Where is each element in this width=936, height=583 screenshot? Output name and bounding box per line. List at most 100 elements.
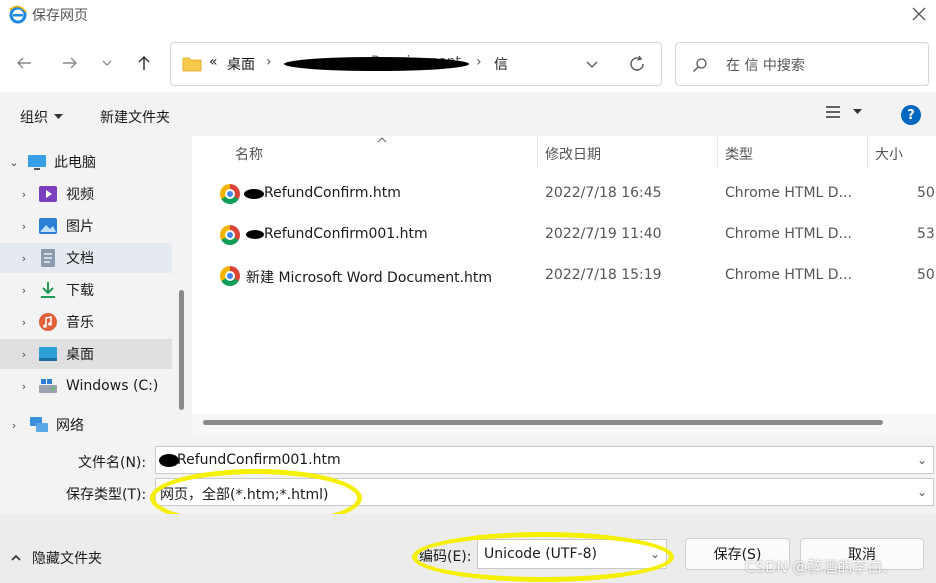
search-input[interactable]: 在 信 中搜索 (726, 55, 805, 75)
column-header-size[interactable]: 大小 (875, 144, 903, 164)
sidebar-item-label: 文档 (66, 251, 94, 267)
dialog-footer: 隐藏文件夹 编码(E): Unicode (UTF-8) ⌄ 保存(S) 取消 … (0, 514, 936, 583)
refresh-icon[interactable] (627, 54, 647, 74)
recent-locations-button[interactable] (94, 50, 120, 76)
sidebar-item-this-pc[interactable]: ⌄ 此电脑 (0, 147, 172, 177)
sidebar-item-label: 网络 (56, 418, 84, 434)
folder-icon (182, 57, 202, 72)
monitor-icon (26, 152, 48, 172)
up-button[interactable] (131, 50, 157, 76)
sidebar-item-label: 视频 (66, 187, 94, 203)
sidebar-item-music[interactable]: › 音乐 (0, 307, 172, 337)
file-size: 50 (917, 267, 935, 283)
file-size: 50 (917, 185, 935, 201)
caret-down-icon (853, 109, 862, 114)
caret-down-icon (54, 114, 63, 119)
sidebar-item-downloads[interactable]: › 下载 (0, 275, 172, 305)
command-bar: 组织 新建文件夹 ? (0, 92, 936, 136)
organize-button[interactable]: 组织 (20, 107, 63, 127)
chevron-right-icon[interactable]: › (14, 188, 34, 201)
column-divider[interactable] (717, 136, 718, 168)
column-divider[interactable] (867, 136, 868, 168)
sidebar-item-label: 桌面 (66, 347, 94, 363)
column-header-type[interactable]: 类型 (725, 144, 753, 164)
sort-ascending-icon (377, 137, 387, 143)
chevron-down-icon[interactable]: ⌄ (4, 156, 24, 169)
sidebar-item-videos[interactable]: › 视频 (0, 179, 172, 209)
chevron-right-icon[interactable]: › (4, 419, 24, 432)
chevron-down-icon[interactable] (585, 59, 599, 71)
chevron-down-icon[interactable]: ⌄ (917, 485, 927, 499)
filename-label: 文件名(N): (78, 455, 147, 471)
column-divider[interactable] (537, 136, 538, 168)
new-folder-button[interactable]: 新建文件夹 (100, 107, 170, 127)
navigation-pane: ⌄ 此电脑 › 视频 › 图片 › 文档 › 下载 › 音乐 › 桌面 › Wi… (0, 136, 173, 441)
close-button[interactable] (902, 0, 936, 28)
horizontal-scroll-track (192, 414, 936, 436)
file-name: RefundConfirm001.htm (264, 226, 428, 242)
pictures-icon (38, 216, 60, 236)
sidebar-item-label: 下载 (66, 283, 94, 299)
column-header-name[interactable]: 名称 (235, 144, 263, 164)
desktop-icon (38, 344, 60, 364)
arrow-left-icon (17, 57, 31, 69)
file-type: Chrome HTML D... (725, 185, 852, 201)
music-icon (38, 312, 60, 332)
ie-icon (9, 5, 27, 24)
file-modified: 2022/7/18 16:45 (545, 185, 662, 201)
download-icon (38, 280, 60, 300)
file-type: Chrome HTML D... (725, 226, 852, 242)
sidebar-item-windows-c[interactable]: › Windows (C:) (0, 371, 172, 401)
filetype-label: 保存类型(T): (66, 487, 147, 503)
arrow-up-icon (138, 55, 150, 70)
redaction-mark (284, 57, 469, 71)
redaction-mark (244, 189, 264, 199)
breadcrumb-desktop[interactable]: 桌面 (227, 54, 255, 74)
list-view-icon (826, 106, 840, 118)
sidebar-item-pictures[interactable]: › 图片 (0, 211, 172, 241)
chevron-right-icon[interactable]: › (14, 252, 34, 265)
navigation-bar: « 桌面 › Requirement › 信 在 信 中搜索 (0, 30, 936, 92)
chevron-up-icon (11, 554, 21, 561)
file-row[interactable]: RefundConfirm.htm 2022/7/18 16:45 Chrome… (192, 175, 936, 213)
save-options-area: 文件名(N): RefundConfirm001.htm ⌄ 保存类型(T): … (0, 441, 936, 527)
file-modified: 2022/7/18 15:19 (545, 267, 662, 283)
filename-input[interactable]: RefundConfirm001.htm (177, 452, 341, 468)
file-size: 53 (917, 226, 935, 242)
hide-folders-button[interactable]: 隐藏文件夹 (10, 548, 102, 568)
file-row[interactable]: 新建 Microsoft Word Document.htm 2022/7/18… (192, 257, 936, 295)
horizontal-scrollbar[interactable] (203, 420, 883, 425)
search-box[interactable]: 在 信 中搜索 (675, 42, 929, 86)
file-row[interactable]: RefundConfirm001.htm 2022/7/19 11:40 Chr… (192, 216, 936, 254)
hide-folders-label: 隐藏文件夹 (32, 551, 102, 567)
redaction-mark (159, 454, 179, 467)
sidebar-item-label: Windows (C:) (66, 378, 159, 394)
forward-button[interactable] (57, 50, 83, 76)
chevron-right-icon[interactable]: › (14, 220, 34, 233)
chevron-right-icon[interactable]: › (14, 380, 34, 393)
chevron-right-icon[interactable]: › (14, 348, 34, 361)
sidebar-item-network[interactable]: › 网络 (0, 410, 172, 440)
chevron-down-icon[interactable]: ⌄ (917, 453, 927, 467)
highlight-ellipse (412, 532, 674, 582)
breadcrumb-overflow[interactable]: « (209, 54, 218, 70)
chevron-right-icon[interactable]: › (14, 316, 34, 329)
sidebar-item-desktop[interactable]: › 桌面 (0, 339, 172, 369)
drive-icon (38, 376, 60, 396)
back-button[interactable] (11, 50, 37, 76)
view-options-button[interactable] (825, 105, 862, 119)
column-header-modified[interactable]: 修改日期 (545, 144, 601, 164)
address-bar[interactable]: « 桌面 › Requirement › 信 (170, 42, 662, 86)
document-icon (38, 248, 60, 268)
help-icon[interactable]: ? (901, 105, 921, 125)
chevron-right-icon[interactable]: › (14, 284, 34, 297)
file-name: RefundConfirm.htm (264, 185, 401, 201)
sidebar-item-documents[interactable]: › 文档 (0, 243, 172, 273)
window-title: 保存网页 (32, 8, 88, 24)
close-icon (912, 7, 926, 21)
chevron-down-icon (102, 60, 112, 66)
breadcrumb-current[interactable]: 信 (494, 54, 508, 74)
breadcrumb-separator: › (476, 54, 482, 70)
video-icon (38, 184, 60, 204)
sidebar-scrollbar[interactable] (179, 290, 184, 410)
